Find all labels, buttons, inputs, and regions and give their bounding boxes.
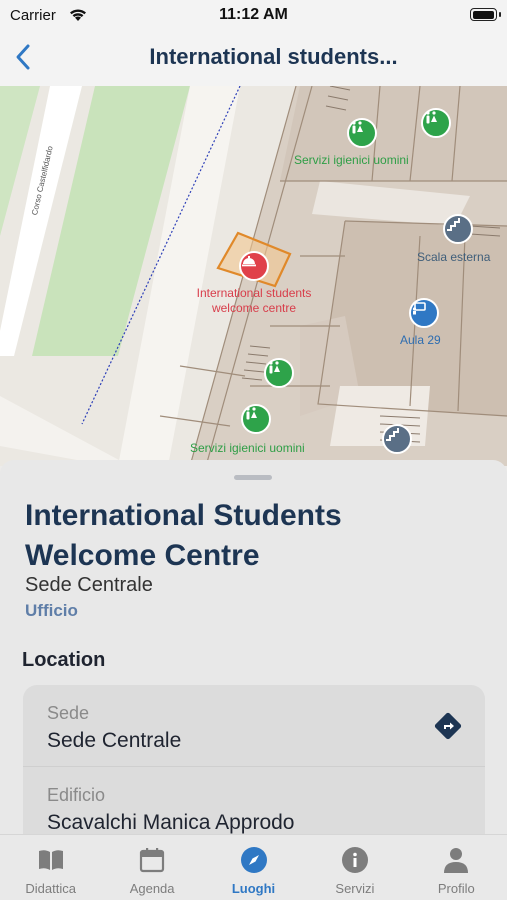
tab-didattica[interactable]: Didattica xyxy=(0,835,101,900)
calendar-icon xyxy=(137,845,167,875)
toilet-icon[interactable] xyxy=(264,358,294,388)
tab-agenda[interactable]: Agenda xyxy=(101,835,202,900)
tab-servizi[interactable]: Servizi xyxy=(304,835,405,900)
classroom-icon[interactable] xyxy=(409,298,439,328)
poi-label-toilets-1: Servizi igienici uomini xyxy=(294,153,409,167)
compass-icon xyxy=(239,845,269,875)
place-title: International Students Welcome Centre xyxy=(25,499,342,572)
tab-label: Servizi xyxy=(335,881,375,896)
tab-profilo[interactable]: Profilo xyxy=(406,835,507,900)
toilet-icon[interactable] xyxy=(421,108,451,138)
section-title-location: Location xyxy=(22,649,106,671)
tab-label: Didattica xyxy=(25,881,76,896)
toilet-icon[interactable] xyxy=(241,404,271,434)
tab-label: Profilo xyxy=(437,881,475,896)
sheet-drag-handle[interactable] xyxy=(234,475,272,480)
welcome-label-line-2: welcome centre xyxy=(211,301,297,315)
info-icon xyxy=(340,845,370,875)
tab-luoghi[interactable]: Luoghi xyxy=(203,835,304,900)
nav-header: International students... xyxy=(0,30,507,86)
stairs-icon[interactable] xyxy=(443,214,473,244)
place-type: Ufficio xyxy=(25,601,78,620)
detail-row-sede[interactable]: Sede Sede Centrale xyxy=(23,685,485,767)
battery-icon xyxy=(470,8,501,21)
location-card: Sede Sede Centrale Edificio Scavalchi Ma… xyxy=(23,685,485,855)
poi-label-welcome-centre: International students welcome centre xyxy=(184,286,324,316)
place-campus: Sede Centrale xyxy=(25,574,153,596)
book-icon xyxy=(36,845,66,875)
toilet-icon[interactable] xyxy=(347,118,377,148)
stairs-icon[interactable] xyxy=(382,424,412,454)
place-detail-sheet: International Students Welcome Centre Se… xyxy=(0,460,507,855)
chevron-left-icon xyxy=(16,44,30,70)
person-icon xyxy=(441,845,471,875)
poi-label-stairs: Scala esterna xyxy=(417,250,491,264)
map-view[interactable]: Corso Castelfidardo Servizi igienici uom… xyxy=(0,86,507,466)
clock: 11:12 AM xyxy=(219,6,288,23)
back-button[interactable] xyxy=(8,40,38,74)
detail-key: Sede xyxy=(47,703,90,723)
poi-label-toilets-2: Servizi igienici uomini xyxy=(190,441,305,455)
reception-bell-icon[interactable] xyxy=(239,251,269,281)
detail-value: Scavalchi Manica Approdo xyxy=(47,811,295,834)
tab-label: Agenda xyxy=(129,881,175,896)
tab-bar: Didattica Agenda Luoghi Servizi Profilo xyxy=(0,834,507,900)
directions-icon[interactable] xyxy=(433,711,463,741)
poi-label-classroom: Aula 29 xyxy=(400,333,441,347)
status-bar: Carrier 11:12 AM xyxy=(0,0,507,30)
welcome-label-line-1: International students xyxy=(196,286,312,300)
detail-value: Sede Centrale xyxy=(47,729,182,752)
tab-label: Luoghi xyxy=(231,881,276,896)
page-title: International students... xyxy=(149,44,398,69)
detail-key: Edificio xyxy=(47,785,106,805)
